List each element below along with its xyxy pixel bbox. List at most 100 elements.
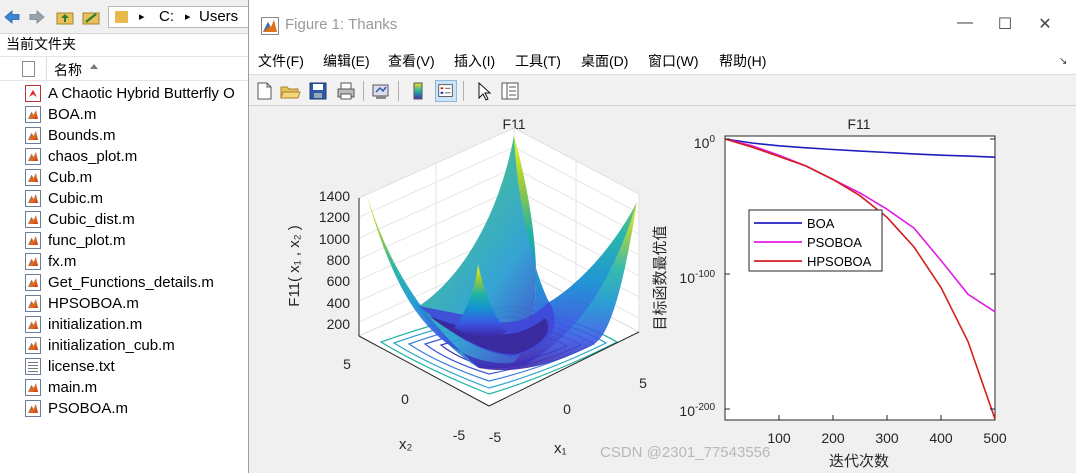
folder-icon [115, 11, 128, 23]
up-folder-icon[interactable] [56, 8, 74, 26]
browse-folder-icon[interactable] [82, 8, 100, 26]
matlab-file-icon [25, 190, 41, 207]
x-axis-label: 迭代次数 [829, 453, 889, 470]
figure-title: Figure 1: Thanks [285, 16, 398, 33]
maximize-button[interactable]: ☐ [985, 14, 1025, 34]
current-folder-title: 当前文件夹 [6, 36, 76, 52]
matlab-file-icon [25, 337, 41, 354]
matlab-file-icon [25, 127, 41, 144]
file-list-item[interactable]: func_plot.m [0, 230, 250, 251]
legend-label-psoboa: PSOBOA [807, 235, 862, 250]
matlab-file-icon [25, 211, 41, 228]
menu-window[interactable]: 窗口(W) [648, 51, 699, 71]
minimize-button[interactable]: — [945, 14, 985, 32]
file-list-item[interactable]: Cub.m [0, 167, 250, 188]
file-list-item[interactable]: Get_Functions_details.m [0, 272, 250, 293]
new-figure-icon[interactable] [253, 80, 275, 102]
file-list-header: 名称 [0, 56, 250, 82]
save-icon[interactable] [307, 80, 329, 102]
colorbar-icon[interactable] [407, 80, 429, 102]
legend[interactable]: BOA PSOBOA HPSOBOA [748, 209, 883, 272]
text-file-icon [25, 358, 41, 375]
z-tick-label: 800 [327, 252, 351, 268]
legend-label-hpsoboa: HPSOBOA [807, 254, 872, 269]
file-list-item[interactable]: main.m [0, 377, 250, 398]
x-tick-label: 400 [929, 430, 953, 446]
file-name: Get_Functions_details.m [48, 274, 214, 291]
z-axis-label: F11( x₁ , x₂ ) [286, 225, 303, 306]
sort-ascending-icon[interactable] [90, 64, 98, 69]
figure-toolbar [249, 74, 1076, 106]
matlab-file-icon [25, 253, 41, 270]
legend-label-boa: BOA [807, 216, 835, 231]
print-icon[interactable] [335, 80, 357, 102]
file-name: Cubic_dist.m [48, 211, 135, 228]
file-list-item[interactable]: initialization.m [0, 314, 250, 335]
property-editor-icon[interactable] [499, 80, 521, 102]
matlab-file-icon [25, 232, 41, 249]
surface-plot[interactable]: F11 200 400 600 800 1000 1200 1400 5 0 -… [286, 116, 647, 457]
file-name: BOA.m [48, 106, 97, 123]
name-column-header[interactable]: 名称 [54, 60, 82, 80]
x-tick-label: 500 [983, 430, 1007, 446]
file-list-item[interactable]: Bounds.m [0, 125, 250, 146]
matlab-file-icon [25, 169, 41, 186]
link-plot-icon[interactable] [370, 80, 392, 102]
menu-view[interactable]: 查看(V) [388, 51, 435, 71]
menu-edit[interactable]: 编辑(E) [323, 51, 370, 71]
open-file-icon[interactable] [279, 80, 301, 102]
file-name: func_plot.m [48, 232, 126, 249]
file-list-item[interactable]: initialization_cub.m [0, 335, 250, 356]
breadcrumb-users[interactable]: Users [199, 7, 238, 27]
menu-tools[interactable]: 工具(T) [515, 51, 561, 71]
toolbar-separator [463, 81, 464, 101]
undock-arrow-icon[interactable]: ↘ [1059, 56, 1067, 67]
pdf-file-icon [25, 85, 41, 102]
file-name: Cubic.m [48, 190, 104, 207]
column-divider[interactable] [46, 57, 47, 82]
back-arrow-icon[interactable] [3, 8, 21, 26]
matlab-file-icon [25, 379, 41, 396]
file-list-item[interactable]: A Chaotic Hybrid Butterfly O [0, 83, 250, 104]
select-pointer-icon[interactable] [473, 80, 495, 102]
y-tick-label: 5 [343, 356, 351, 372]
convergence-plot[interactable]: F11 100 10-100 10-200 100 200 300 400 50… [652, 116, 1007, 470]
menu-desktop[interactable]: 桌面(D) [581, 51, 628, 71]
matlab-file-icon [25, 316, 41, 333]
file-list-item[interactable]: BOA.m [0, 104, 250, 125]
x-tick-label: 100 [767, 430, 791, 446]
file-list-item[interactable]: Cubic_dist.m [0, 209, 250, 230]
file-name: fx.m [48, 253, 77, 270]
menu-help[interactable]: 帮助(H) [719, 51, 766, 71]
file-list-item[interactable]: license.txt [0, 356, 250, 377]
x-tick-label: 0 [563, 401, 571, 417]
legend-icon[interactable] [435, 80, 457, 102]
y-tick-label: 10-100 [679, 269, 715, 286]
menu-file[interactable]: 文件(F) [258, 51, 304, 71]
breadcrumb-separator[interactable]: ▸ [139, 7, 145, 27]
file-name: initialization.m [48, 316, 143, 333]
file-name: A Chaotic Hybrid Butterfly O [48, 85, 235, 102]
z-tick-label: 600 [327, 273, 351, 289]
breadcrumb-separator[interactable]: ▸ [185, 7, 191, 27]
z-tick-label: 1000 [319, 231, 350, 247]
file-list-item[interactable]: Cubic.m [0, 188, 250, 209]
file-list-item[interactable]: HPSOBOA.m [0, 293, 250, 314]
figure-plots: F11 200 400 600 800 1000 1200 1400 5 0 -… [286, 116, 1007, 470]
close-button[interactable]: ✕ [1025, 14, 1065, 34]
x-tick-label: -5 [489, 429, 502, 445]
file-list-item[interactable]: PSOBOA.m [0, 398, 250, 419]
menu-insert[interactable]: 插入(I) [454, 51, 495, 71]
y-tick-label: 100 [694, 134, 716, 151]
z-tick-label: 1200 [319, 209, 350, 225]
file-list-item[interactable]: fx.m [0, 251, 250, 272]
y-tick-label: 0 [401, 391, 409, 407]
x-axis-label: x₁ [554, 440, 567, 457]
breadcrumb-drive[interactable]: C: [159, 7, 174, 27]
address-bar[interactable]: ▸ C: ▸ Users [108, 6, 250, 28]
csdn-watermark: CSDN @2301_77543556 [600, 444, 771, 461]
forward-arrow-icon[interactable] [28, 8, 46, 26]
file-list: A Chaotic Hybrid Butterfly O BOA.m Bounds.… [0, 83, 250, 419]
file-list-item[interactable]: chaos_plot.m [0, 146, 250, 167]
file-name: Cub.m [48, 169, 93, 186]
